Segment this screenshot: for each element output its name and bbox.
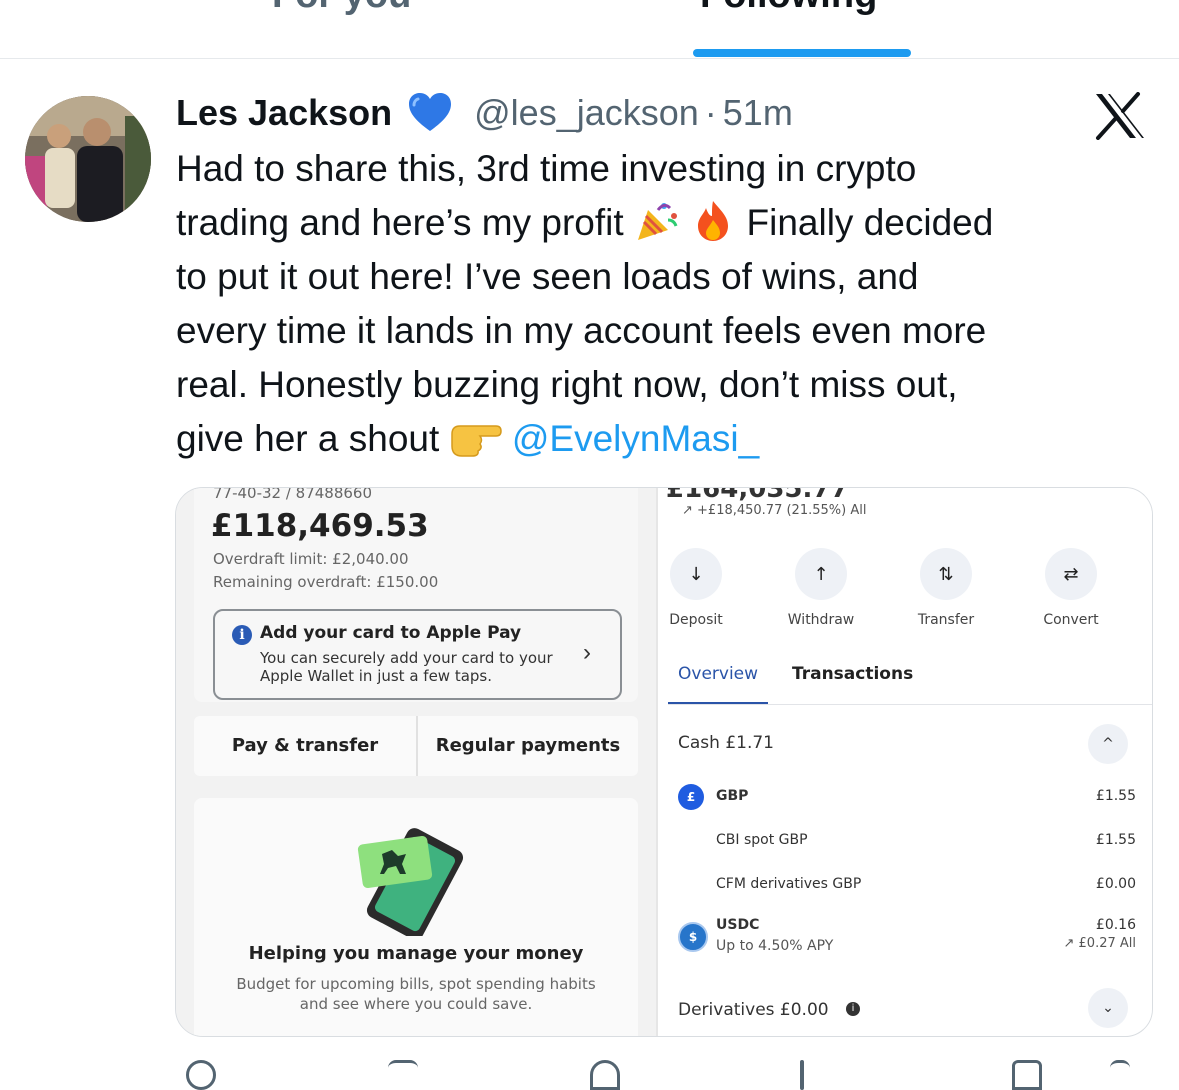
portfolio-gain: ↗ +£18,450.77 (21.55%) All: [682, 503, 867, 518]
chevron-up-icon[interactable]: ^: [1088, 724, 1128, 764]
portfolio-value: £164,035.77: [666, 487, 849, 504]
x-logo-icon: [1096, 92, 1144, 140]
cbi-value: £1.55: [1095, 832, 1136, 848]
action-label: Withdraw: [787, 612, 855, 628]
tab-overview[interactable]: Overview: [678, 664, 758, 684]
separator-dot: ·: [704, 92, 717, 133]
avatar-photo: [25, 96, 151, 222]
tab-for-you[interactable]: For you: [272, 0, 411, 17]
tweet-actions: [0, 1050, 1179, 1090]
views-icon[interactable]: [800, 1060, 804, 1090]
reply-icon[interactable]: [186, 1060, 216, 1090]
action-label: Deposit: [669, 612, 723, 628]
bank-app-screenshot: 77-40-32 / 87488660 £118,469.53 Overdraf…: [176, 488, 656, 1036]
active-tab-indicator: [693, 49, 911, 57]
apple-pay-body: You can securely add your card to your A…: [260, 649, 553, 685]
usdc-label: USDC: [716, 917, 760, 933]
action-label: Convert: [1043, 612, 1099, 628]
cbi-label: CBI spot GBP: [716, 832, 808, 848]
tweet-line: Had to share this, 3rd time investing in…: [176, 148, 917, 189]
tweet-line: trading and here’s my profit Finally dec…: [176, 196, 1166, 250]
active-tab-indicator: [668, 702, 768, 704]
promo-body: Budget for upcoming bills, spot spending…: [236, 975, 596, 1013]
tab-rule: [668, 704, 1152, 705]
tweet-line-text: Finally decided: [746, 202, 994, 243]
pointing-right-icon: [450, 425, 502, 457]
money-management-promo[interactable]: Helping you manage your money Budget for…: [194, 798, 638, 1036]
tweet-text: Had to share this, 3rd time investing in…: [176, 142, 1166, 466]
phone-card-illustration: [357, 828, 464, 936]
sort-code: 77-40-32 / 87488660: [213, 487, 373, 502]
chevron-down-icon[interactable]: ⌄: [1088, 988, 1128, 1028]
apple-pay-title: Add your card to Apple Pay: [260, 623, 522, 643]
transfer-action[interactable]: ⇅ Transfer: [896, 548, 996, 628]
share-icon[interactable]: [1110, 1060, 1130, 1090]
avatar[interactable]: [25, 96, 151, 222]
tab-following[interactable]: Following: [700, 0, 877, 17]
cfm-value: £0.00: [1095, 876, 1136, 892]
usdc-gain: ↗ £0.27 All: [1063, 936, 1137, 951]
info-icon: i: [846, 1002, 860, 1016]
info-icon: i: [232, 625, 252, 645]
gbp-label: GBP: [716, 788, 749, 804]
transfer-arrows-icon: ⇅: [920, 548, 972, 600]
author-handle[interactable]: @les_jackson: [474, 92, 699, 134]
convert-action[interactable]: ⇄ Convert: [1021, 548, 1121, 628]
withdraw-action[interactable]: ↑ Withdraw: [771, 548, 871, 628]
arrow-up-icon: ↑: [795, 548, 847, 600]
derivatives-title: Derivatives £0.00: [678, 1000, 829, 1020]
timestamp[interactable]: 51m: [723, 92, 793, 134]
cfm-label: CFM derivatives GBP: [716, 876, 862, 892]
tab-transactions[interactable]: Transactions: [792, 664, 913, 684]
tweet-line-text: trading and here’s my profit: [176, 202, 624, 243]
tweet-line: every time it lands in my account feels …: [176, 310, 987, 351]
fire-icon: [698, 201, 729, 241]
arrow-down-icon: ↓: [670, 548, 722, 600]
usdc-value: £0.16: [1095, 917, 1136, 933]
party-popper-icon: [637, 203, 678, 240]
like-icon[interactable]: [590, 1060, 620, 1090]
tweet-media[interactable]: 77-40-32 / 87488660 £118,469.53 Overdraf…: [175, 487, 1153, 1037]
regular-payments-button[interactable]: Regular payments: [418, 716, 638, 776]
crypto-app-screenshot: £164,035.77 ↗ +£18,450.77 (21.55%) All ↓…: [658, 488, 1152, 1036]
mention-link[interactable]: @EvelynMasi_: [512, 418, 759, 459]
author-name[interactable]: Les Jackson: [176, 92, 392, 134]
bookmark-icon[interactable]: [1012, 1060, 1042, 1090]
apple-pay-banner[interactable]: i Add your card to Apple Pay You can sec…: [213, 609, 622, 700]
overdraft-limit: Overdraft limit: £2,040.00: [213, 550, 409, 568]
gbp-value: £1.55: [1095, 788, 1136, 804]
tweet-header: Les Jackson @les_jackson · 51m: [176, 88, 793, 138]
usdc-apy: Up to 4.50% APY: [716, 938, 834, 954]
payment-actions: Pay & transfer Regular payments: [194, 716, 638, 776]
pay-transfer-button[interactable]: Pay & transfer: [194, 716, 416, 776]
tweet-line-text: give her a shout: [176, 418, 440, 459]
promo-title: Helping you manage your money: [248, 943, 584, 964]
tweet-line: give her a shout @EvelynMasi_: [176, 412, 1166, 466]
chevron-right-icon: ›: [583, 639, 591, 666]
retweet-icon[interactable]: [388, 1060, 418, 1090]
remaining-overdraft: Remaining overdraft: £150.00: [213, 573, 439, 591]
blue-heart-icon: [409, 93, 452, 131]
convert-arrows-icon: ⇄: [1045, 548, 1097, 600]
action-label: Transfer: [917, 612, 975, 628]
deposit-action[interactable]: ↓ Deposit: [646, 548, 746, 628]
tweet-line: to put it out here! I’ve seen loads of w…: [176, 256, 919, 297]
cash-title: Cash £1.71: [678, 733, 774, 753]
pound-coin-icon: £: [678, 784, 704, 810]
usdc-coin-icon: $: [678, 922, 708, 952]
account-balance: £118,469.53: [211, 508, 429, 544]
timeline-tabs: For you Following: [0, 0, 1179, 59]
tweet-line: real. Honestly buzzing right now, don’t …: [176, 364, 958, 405]
